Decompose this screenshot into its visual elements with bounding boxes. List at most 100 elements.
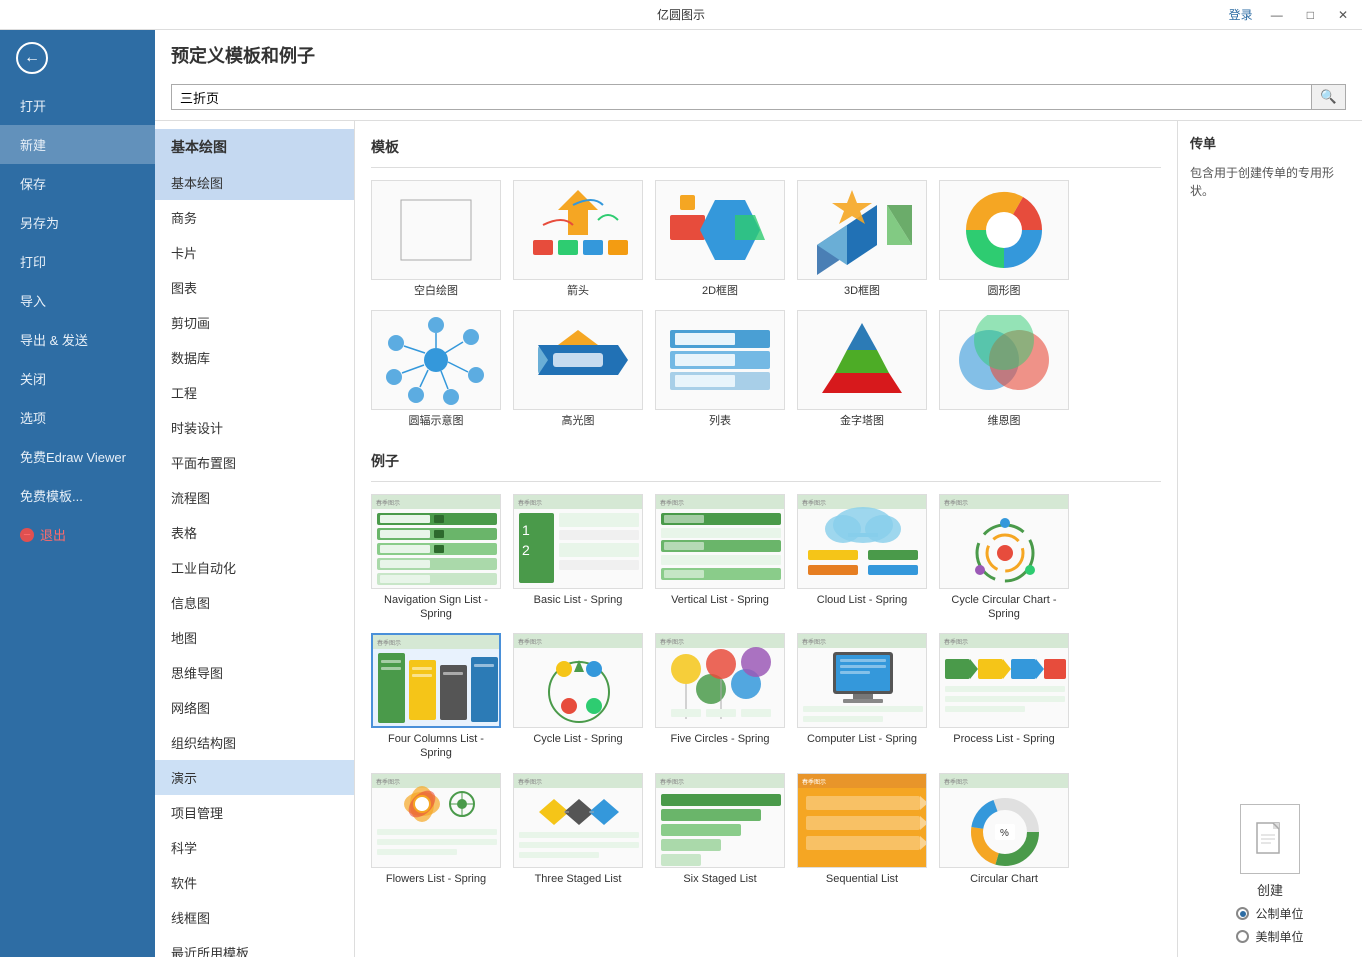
example-six-staged[interactable]: 春季图示 Six Staged List (655, 773, 785, 886)
category-item-org[interactable]: 组织结构图 (155, 725, 354, 760)
template-thumb-circle (939, 180, 1069, 280)
example-process-list[interactable]: 春季图示 (939, 633, 1069, 761)
sidebar-item-open[interactable]: 打开 (0, 86, 155, 125)
svg-text:春季图示: 春季图示 (660, 499, 684, 507)
minimize-button[interactable]: — (1265, 6, 1289, 24)
template-venn[interactable]: 维恩图 (939, 310, 1069, 428)
category-item-industry[interactable]: 工业自动化 (155, 550, 354, 585)
category-item-clip[interactable]: 剪切画 (155, 305, 354, 340)
example-grid: 春季图示 (371, 494, 1161, 886)
example-cloud-list[interactable]: 春季图示 (797, 494, 927, 622)
sidebar-item-save[interactable]: 保存 (0, 164, 155, 203)
template-label-blank: 空白绘图 (414, 284, 458, 298)
template-3d[interactable]: 3D框图 (797, 180, 927, 298)
close-button[interactable]: ✕ (1332, 6, 1354, 24)
category-item-fashion[interactable]: 时装设计 (155, 410, 354, 445)
svg-text:1: 1 (522, 522, 530, 538)
sidebar-item-options[interactable]: 选项 (0, 398, 155, 437)
template-label-3d: 3D框图 (844, 284, 880, 298)
category-item-basic[interactable]: 基本绘图 (155, 165, 354, 200)
category-item-chart[interactable]: 图表 (155, 270, 354, 305)
svg-text:春季图示: 春季图示 (944, 638, 968, 646)
example-cycle-circular[interactable]: 春季图示 (939, 494, 1069, 622)
template-2d[interactable]: 2D框图 (655, 180, 785, 298)
template-arrow[interactable]: 箭头 (513, 180, 643, 298)
example-basic-list[interactable]: 春季图示 1 2 Basic List - S (513, 494, 643, 622)
template-grid: 空白绘图 (371, 180, 1161, 429)
example-five-circles[interactable]: 春季图示 (655, 633, 785, 761)
template-pyramid[interactable]: 金字塔图 (797, 310, 927, 428)
template-highlight[interactable]: 高光图 (513, 310, 643, 428)
search-input[interactable] (172, 85, 1311, 109)
example-nav-sign[interactable]: 春季图示 (371, 494, 501, 622)
category-item-presentation[interactable]: 演示 (155, 760, 354, 795)
right-panel: 传单 包含用于创建传单的专用形状。 (1177, 121, 1362, 957)
example-three-staged[interactable]: 春季图示 (513, 773, 643, 886)
metric-unit-radio[interactable]: 公制单位 (1236, 905, 1303, 922)
login-button[interactable]: 登录 (1229, 6, 1253, 23)
sidebar-item-export[interactable]: 导出 & 发送 (0, 320, 155, 359)
example-vertical-list[interactable]: 春季图示 (655, 494, 785, 622)
venn-svg (944, 315, 1064, 405)
example-thumb-basic-list: 春季图示 1 2 (513, 494, 643, 589)
create-label[interactable]: 创建 (1257, 880, 1283, 899)
category-item-map[interactable]: 地图 (155, 620, 354, 655)
example-computer-list[interactable]: 春季图示 (797, 633, 927, 761)
template-thumb-highlight (513, 310, 643, 410)
category-item-card[interactable]: 卡片 (155, 235, 354, 270)
sidebar-item-exit[interactable]: − 退出 (0, 515, 155, 554)
category-item-info[interactable]: 信息图 (155, 585, 354, 620)
template-label-highlight: 高光图 (562, 414, 595, 428)
sidebar-item-close[interactable]: 关闭 (0, 359, 155, 398)
sidebar-item-free-templates[interactable]: 免费模板... (0, 476, 155, 515)
example-flowers-list[interactable]: 春季图示 (371, 773, 501, 886)
category-item-science[interactable]: 科学 (155, 830, 354, 865)
template-circle[interactable]: 圆形图 (939, 180, 1069, 298)
example-four-columns[interactable]: 春季图示 (371, 633, 501, 761)
create-icon[interactable] (1240, 804, 1300, 874)
back-button[interactable]: ← (16, 42, 48, 74)
imperial-label: 美制单位 (1255, 928, 1303, 945)
search-button[interactable]: 🔍 (1311, 85, 1345, 109)
category-item-software[interactable]: 软件 (155, 865, 354, 900)
maximize-button[interactable]: □ (1301, 6, 1320, 24)
3d-svg (802, 185, 922, 275)
category-item-floor[interactable]: 平面布置图 (155, 445, 354, 480)
example-label-nav-sign: Navigation Sign List - Spring (371, 593, 501, 622)
example-thumb-cycle-list: 春季图示 (513, 633, 643, 728)
category-item-recent[interactable]: 最近所用模板 (155, 935, 354, 957)
category-item-table[interactable]: 表格 (155, 515, 354, 550)
sidebar-item-new[interactable]: 新建 (0, 125, 155, 164)
example-label-basic-list: Basic List - Spring (534, 593, 623, 607)
category-item-flow[interactable]: 流程图 (155, 480, 354, 515)
example-sequential-list[interactable]: 春季图示 Sequential List (797, 773, 927, 886)
category-item-mindmap[interactable]: 思维导图 (155, 655, 354, 690)
category-item-wireframe[interactable]: 线框图 (155, 900, 354, 935)
category-item-project[interactable]: 项目管理 (155, 795, 354, 830)
category-item-db[interactable]: 数据库 (155, 340, 354, 375)
sidebar-item-import[interactable]: 导入 (0, 281, 155, 320)
template-mindmap[interactable]: 圆辐示意图 (371, 310, 501, 428)
example-circular-chart[interactable]: 春季图示 % (939, 773, 1069, 886)
blank-diagram-svg (396, 195, 476, 265)
sidebar-item-print[interactable]: 打印 (0, 242, 155, 281)
app-title: 亿圆图示 (657, 6, 705, 23)
example-cycle-list[interactable]: 春季图示 Cycle List - Spr (513, 633, 643, 761)
category-item-business[interactable]: 商务 (155, 200, 354, 235)
template-blank[interactable]: 空白绘图 (371, 180, 501, 298)
templates-examples-area: 模板 空白绘图 (355, 121, 1177, 957)
imperial-unit-radio[interactable]: 美制单位 (1236, 928, 1303, 945)
five-circles-svg: 春季图示 (656, 634, 785, 728)
example-thumb-cycle-circular: 春季图示 (939, 494, 1069, 589)
example-thumb-flowers-list: 春季图示 (371, 773, 501, 868)
svg-text:春季图示: 春季图示 (944, 499, 968, 507)
category-item-eng[interactable]: 工程 (155, 375, 354, 410)
sidebar-item-saveas[interactable]: 另存为 (0, 203, 155, 242)
example-thumb-three-staged: 春季图示 (513, 773, 643, 868)
template-list[interactable]: 列表 (655, 310, 785, 428)
sidebar-item-viewer[interactable]: 免费Edraw Viewer (0, 437, 155, 476)
svg-text:2: 2 (522, 542, 530, 558)
main-content: 预定义模板和例子 🔍 基本绘图 基本绘图 商务 卡片 图表 剪切画 数据库 工 (155, 30, 1362, 957)
category-item-network[interactable]: 网络图 (155, 690, 354, 725)
scroll-area: 模板 空白绘图 (355, 121, 1362, 957)
